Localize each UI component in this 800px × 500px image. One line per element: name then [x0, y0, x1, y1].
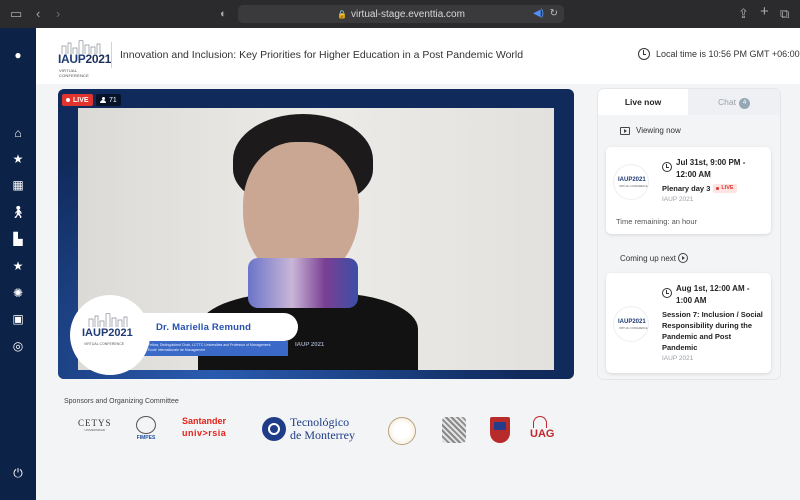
live-badge: LIVE — [62, 94, 93, 106]
sponsor-logos: CETYS UNIVERSIDAD FIMPES Santander univ>… — [70, 412, 570, 452]
sponsor-seal-icon[interactable] — [388, 417, 416, 445]
chat-count-badge: 4 — [738, 98, 750, 109]
skyline-graphic — [88, 313, 128, 327]
fimpes-emblem-icon — [136, 416, 156, 434]
speaker-scarf — [248, 258, 358, 308]
forward-icon[interactable]: › — [56, 6, 60, 22]
panel-tabs: Live now Chat 4 — [598, 89, 780, 115]
browser-toolbar: ▭ ‹ › ◐ 🔒 virtual-stage.eventtia.com ◀) … — [0, 0, 800, 28]
session-logo: IAUP2021 VIRTUAL CONFERENCE — [614, 165, 648, 199]
sponsor-tec-monterrey[interactable]: Tecnológico de Monterrey — [262, 416, 355, 442]
sponsor-shield-icon[interactable] — [490, 417, 510, 443]
overlay-logo-subtitle: VIRTUAL CONFERENCE — [84, 342, 125, 346]
user-icon[interactable]: ● — [0, 48, 36, 62]
address-bar[interactable]: 🔒 virtual-stage.eventtia.com ◀) ↻ — [238, 5, 564, 23]
share-icon[interactable]: ⇪ — [738, 6, 749, 22]
calendar-icon[interactable]: ▦ — [0, 178, 36, 192]
logo-text: IAUP2021 — [58, 52, 111, 66]
target-icon[interactable]: ◎ — [0, 339, 36, 353]
person-icon — [100, 96, 106, 104]
aperture-icon[interactable]: ✺ — [0, 286, 36, 300]
live-dot-icon — [716, 187, 720, 190]
back-icon[interactable]: ‹ — [36, 6, 40, 22]
session-title: Plenary day 3 LIVE — [662, 183, 766, 194]
speaker-name: Dr. Mariella Remund — [156, 322, 252, 333]
tab-overview-icon[interactable]: ⧉ — [780, 6, 789, 22]
star-icon[interactable]: ★ — [0, 259, 36, 273]
session-org: IAUP 2021 — [662, 196, 694, 203]
conference-logo[interactable]: IAUP2021 VIRTUAL CONFERENCE — [58, 38, 111, 78]
live-dot-icon — [66, 98, 70, 102]
session-logo: IAUP2021 VIRTUAL CONFERENCE — [614, 307, 648, 341]
clock-icon — [638, 48, 650, 60]
sponsor-uag[interactable]: UAG — [530, 416, 554, 440]
privacy-shield-icon[interactable]: ◐ — [220, 6, 227, 22]
current-session-card[interactable]: IAUP2021 VIRTUAL CONFERENCE Jul 31st, 9:… — [606, 147, 771, 234]
url-text: virtual-stage.eventtia.com — [351, 8, 465, 20]
sponsor-fimpes[interactable]: FIMPES — [136, 416, 156, 441]
star-icon[interactable]: ★ — [0, 152, 36, 166]
page-header: IAUP2021 VIRTUAL CONFERENCE Innovation a… — [36, 28, 800, 84]
sponsor-crest-icon[interactable] — [442, 417, 466, 443]
header-divider — [111, 42, 112, 68]
clock-icon — [662, 162, 672, 172]
session-time: Aug 1st, 12:00 AM - 1:00 AM — [676, 284, 750, 305]
next-session-card[interactable]: IAUP2021 VIRTUAL CONFERENCE Aug 1st, 12:… — [606, 273, 771, 373]
event-title: Innovation and Inclusion: Key Priorities… — [120, 49, 524, 61]
audio-icon[interactable]: ◀) — [533, 8, 544, 19]
clock-icon — [662, 288, 672, 298]
sponsors-label: Sponsors and Organizing Committee — [64, 398, 179, 405]
viewing-now-label: Viewing now — [636, 126, 681, 135]
tab-live-now[interactable]: Live now — [598, 89, 688, 115]
app-sidebar: ● ⌂ ★ ▦ 🚶︎ ▙ ★ ✺ ▣ ◎ ⏻ — [0, 28, 36, 500]
next-icon — [678, 253, 688, 263]
panel-body: Viewing now IAUP2021 VIRTUAL CONFERENCE … — [598, 115, 780, 379]
sponsor-santander[interactable]: Santander univ>rsia — [182, 416, 226, 438]
tab-chat[interactable]: Chat 4 — [688, 89, 780, 115]
overlay-logo-text: IAUP2021 — [82, 327, 133, 339]
home-icon[interactable]: ⌂ — [0, 126, 36, 140]
tec-emblem-icon — [262, 417, 286, 441]
session-time: Jul 31st, 9:00 PM - 12:00 AM — [676, 158, 746, 179]
coming-up-label: Coming up next — [620, 254, 677, 263]
sidebar-toggle-icon[interactable]: ▭ — [10, 6, 22, 22]
local-time: Local time is 10:56 PM GMT +06:00 — [656, 49, 800, 59]
reload-icon[interactable]: ↻ — [550, 8, 558, 19]
speaker-description: Fellow, Distinguished Chair, LCTTC Unive… — [148, 343, 272, 352]
live-pill: LIVE — [713, 184, 737, 193]
play-icon — [620, 127, 630, 135]
time-remaining: Time remaining: an hour — [616, 217, 698, 226]
lock-icon: 🔒 — [337, 9, 347, 19]
logo-subtitle: VIRTUAL CONFERENCE — [59, 68, 90, 78]
video-watermark: IAUP 2021 — [295, 342, 325, 348]
power-icon[interactable]: ⏻ — [0, 466, 36, 480]
viewer-count-badge: 71 — [96, 94, 121, 106]
overlay-logo-badge: IAUP2021 VIRTUAL CONFERENCE — [70, 295, 150, 375]
session-org: IAUP 2021 — [662, 355, 694, 362]
building-icon[interactable]: ▙ — [0, 232, 36, 246]
walk-icon[interactable]: 🚶︎ — [0, 205, 36, 219]
session-title: Session 7: Inclusion / Social Responsibi… — [662, 310, 763, 352]
video-icon[interactable]: ▣ — [0, 312, 36, 326]
uag-emblem-icon — [533, 416, 547, 428]
sponsor-cetys[interactable]: CETYS UNIVERSIDAD — [78, 418, 112, 432]
schedule-panel: Live now Chat 4 Viewing now IAUP2021 VIRT… — [598, 89, 780, 379]
new-tab-icon[interactable]: + — [760, 4, 769, 20]
